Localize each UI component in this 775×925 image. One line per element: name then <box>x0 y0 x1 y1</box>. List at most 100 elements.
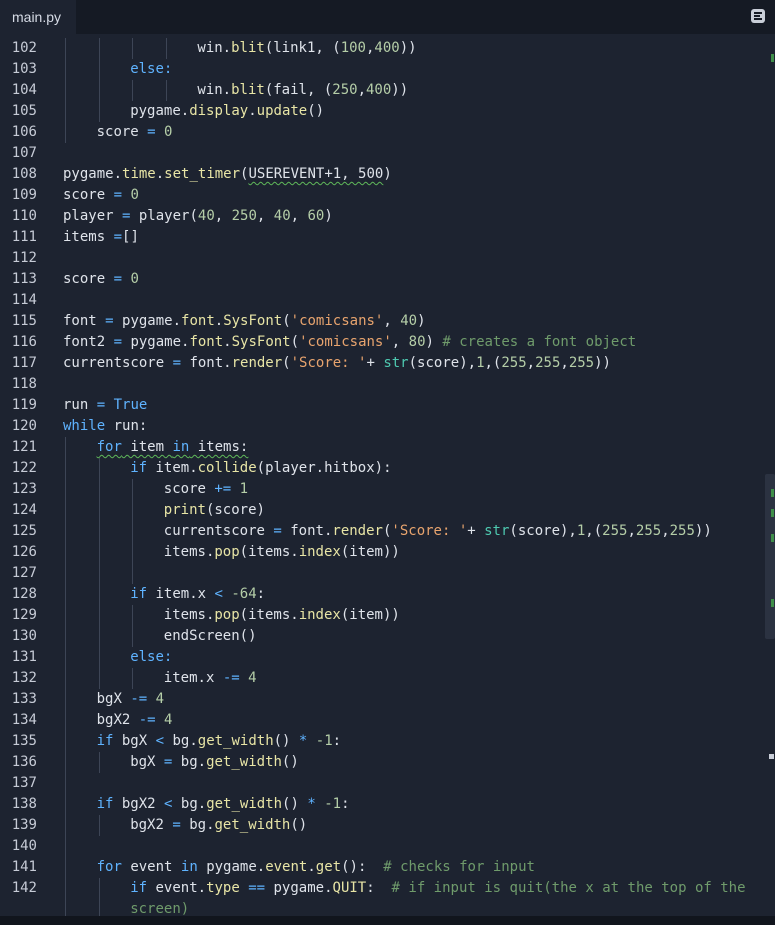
code-token: items <box>63 229 114 245</box>
code-token: bgX <box>96 691 131 707</box>
code-line[interactable]: 115 font = pygame.font.SysFont('comicsans… <box>0 311 760 332</box>
indent-guide <box>98 38 100 59</box>
code-line[interactable]: 110 player = player(40, 250, 40, 60) <box>0 206 760 227</box>
code-token: set_timer <box>164 166 241 182</box>
line-number: 129 <box>11 607 37 623</box>
code-line[interactable]: 105 pygame.display.update() <box>0 101 760 122</box>
code-line[interactable]: 141 for event in pygame.event.get(): # ch… <box>0 857 760 878</box>
code-line[interactable]: 109 score = 0 <box>0 185 760 206</box>
indent-guide <box>65 458 66 479</box>
code-line[interactable]: 130 endScreen() <box>0 626 760 647</box>
code-line[interactable]: 125 currentscore = font.render('Score: '+… <box>0 521 760 542</box>
line-number: 106 <box>11 124 37 140</box>
code-line[interactable]: 126 items.pop(items.index(item)) <box>0 542 760 563</box>
code-token: )) <box>391 82 409 98</box>
indent-guide <box>65 899 66 916</box>
code-token: , <box>661 523 670 539</box>
change-marker <box>771 489 774 497</box>
code-line[interactable]: 116 font2 = pygame.font.SysFont('comicsan… <box>0 332 760 353</box>
code-line[interactable]: 131 else: <box>0 647 760 668</box>
code-line[interactable]: 120 while run: <box>0 416 760 437</box>
code-line[interactable]: 114 <box>0 290 760 311</box>
tab-main-py[interactable]: main.py <box>0 0 76 34</box>
code-token: item. <box>147 460 198 476</box>
code-line[interactable]: 118 <box>0 374 760 395</box>
indent-guide <box>65 731 66 752</box>
code-token: bgX <box>130 754 164 770</box>
line-number: 125 <box>11 523 37 539</box>
indent-guide <box>98 521 100 542</box>
code-line[interactable]: screen) <box>0 899 760 916</box>
code-token: 'comicsans' <box>290 313 384 329</box>
code-token: font. <box>181 355 232 371</box>
code-line[interactable]: 128 if item.x < -64: <box>0 584 760 605</box>
code-text: font2 = pygame.font.SysFont('comicsans',… <box>63 332 636 353</box>
code-token: pygame. <box>113 313 182 329</box>
code-token: event. <box>147 880 207 896</box>
code-line[interactable]: 112 <box>0 248 760 269</box>
code-line[interactable]: 129 items.pop(items.index(item)) <box>0 605 760 626</box>
code-line[interactable]: 136 bgX = bg.get_width() <box>0 752 760 773</box>
code-line[interactable]: 113 score = 0 <box>0 269 760 290</box>
indent-guide <box>132 500 134 521</box>
code-line[interactable]: 111 items =[] <box>0 227 760 248</box>
change-marker <box>771 534 774 542</box>
code-line[interactable]: 106 score = 0 <box>0 122 760 143</box>
code-token: else: <box>130 649 173 665</box>
code-line[interactable]: 135 if bgX < bg.get_width() * -1: <box>0 731 760 752</box>
code-text: items.pop(items.index(item)) <box>164 605 400 626</box>
code-text: bgX2 -= 4 <box>97 710 173 731</box>
code-token: : <box>341 796 350 812</box>
code-text: else: <box>130 647 172 668</box>
line-number: 118 <box>11 376 37 392</box>
code-line[interactable]: 122 if item.collide(player.hitbox): <box>0 458 760 479</box>
list-menu-icon[interactable] <box>751 9 765 23</box>
code-token: player( <box>130 208 198 224</box>
code-token: pygame. <box>265 880 333 896</box>
indent-guide <box>98 647 100 668</box>
code-editor[interactable]: 102 win.blit(link1, (100,400)) 103 else: 104… <box>0 34 775 916</box>
scrollbar-thumb[interactable] <box>765 474 775 639</box>
indent-guide <box>98 80 100 101</box>
code-line[interactable]: 138 if bgX2 < bg.get_width() * -1: <box>0 794 760 815</box>
code-line[interactable]: 117 currentscore = font.render('Score: '+… <box>0 353 760 374</box>
indent-guide <box>65 794 66 815</box>
code-line[interactable]: 119 run = True <box>0 395 760 416</box>
code-text: win.blit(link1, (100,400)) <box>197 38 416 59</box>
scrollbar[interactable] <box>763 34 775 916</box>
code-text: if bgX < bg.get_width() * -1: <box>97 731 342 752</box>
code-line[interactable]: 102 win.blit(link1, (100,400)) <box>0 38 760 59</box>
code-line[interactable]: 121 for item in items: <box>0 437 760 458</box>
code-line[interactable]: 123 score += 1 <box>0 479 760 500</box>
line-number: 114 <box>11 292 37 308</box>
code-token: pygame. <box>130 103 190 119</box>
code-text: pygame.time.set_timer(USEREVENT+1, 500) <box>63 164 392 185</box>
code-line[interactable]: 139 bgX2 = bg.get_width() <box>0 815 760 836</box>
code-line[interactable]: 132 item.x -= 4 <box>0 668 760 689</box>
code-line[interactable]: 103 else: <box>0 59 760 80</box>
code-text: item.x -= 4 <box>164 668 257 689</box>
code-line[interactable]: 142 if event.type == pygame.QUIT: # if in… <box>0 878 760 899</box>
code-text: pygame.display.update() <box>130 101 324 122</box>
code-line[interactable]: 107 <box>0 143 760 164</box>
code-token: event <box>265 859 308 875</box>
code-text: currentscore = font.render('Score: '+ st… <box>164 521 712 542</box>
code-line[interactable]: 137 <box>0 773 760 794</box>
indent-guide <box>65 773 66 794</box>
code-line[interactable]: 108 pygame.time.set_timer(USEREVENT+1, 50… <box>0 164 760 185</box>
line-number: 104 <box>11 82 37 98</box>
code-line[interactable]: 134 bgX2 -= 4 <box>0 710 760 731</box>
code-token: index <box>298 607 341 623</box>
code-line[interactable]: 133 bgX -= 4 <box>0 689 760 710</box>
code-line[interactable]: 104 win.blit(fail, (250,400)) <box>0 80 760 101</box>
indent-guide <box>65 878 66 899</box>
code-line[interactable]: 140 <box>0 836 760 857</box>
tab-bar: main.py <box>0 0 775 34</box>
code-token: ( <box>290 334 300 350</box>
code-token: if <box>96 733 114 749</box>
code-token: run <box>63 397 97 413</box>
code-line[interactable]: 127 <box>0 563 760 584</box>
code-line[interactable]: 124 print(score) <box>0 500 760 521</box>
